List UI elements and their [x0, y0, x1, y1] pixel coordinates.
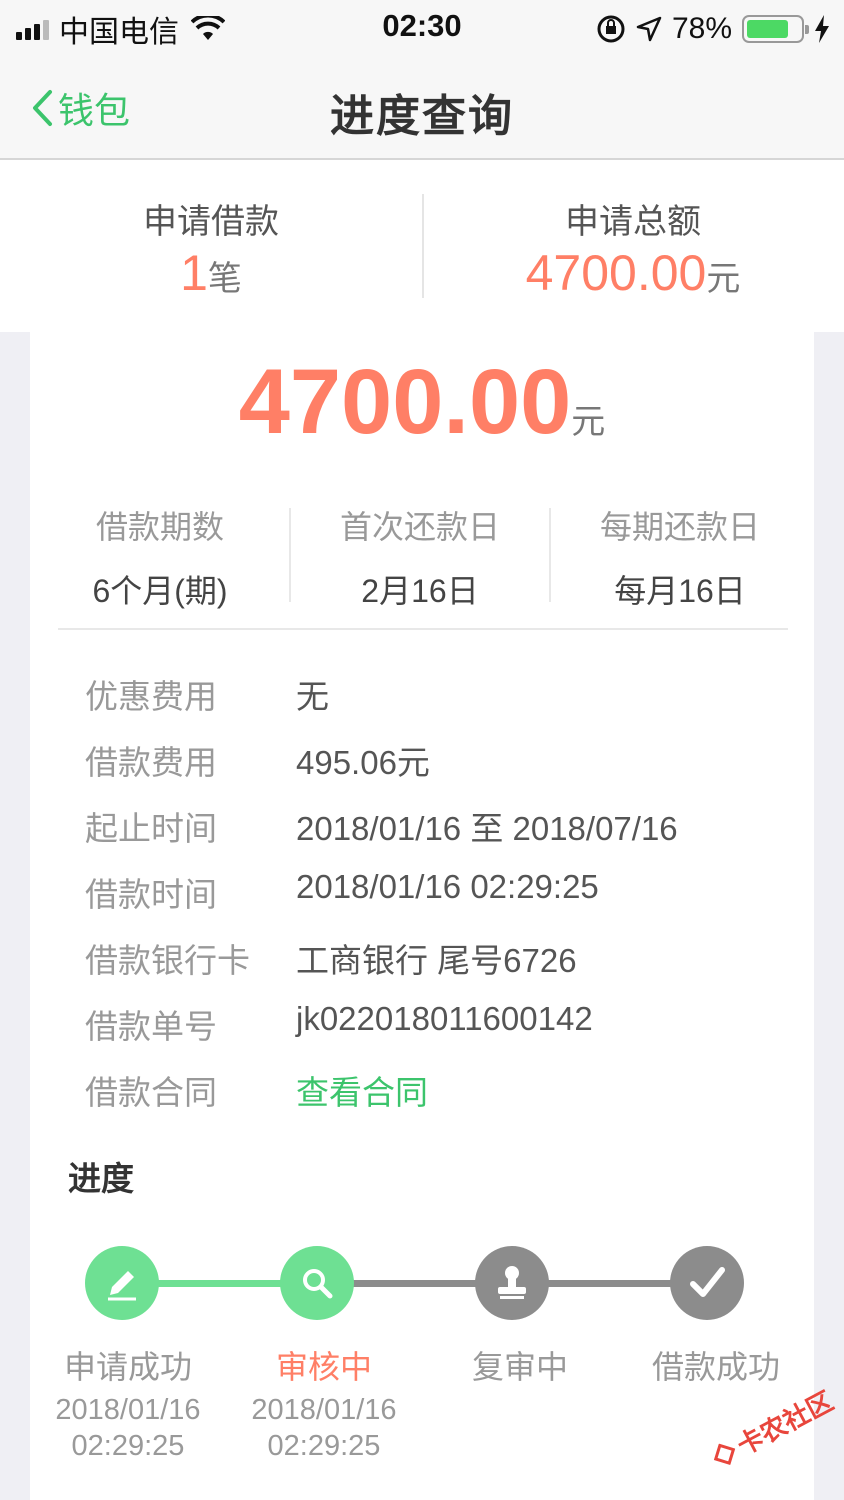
detail-key: 优惠费用 — [85, 678, 217, 715]
loan-total-unit: 元 — [706, 260, 741, 298]
page-title: 进度查询 — [330, 92, 514, 141]
detail-value: 2018/01/16 至 2018/07/16 — [296, 810, 678, 847]
loan-total-label: 申请总额 — [565, 203, 701, 241]
term-monthly-repayment: 每期还款日 每月16日 — [550, 502, 810, 612]
step-date: 2018/01/16 — [55, 1394, 201, 1426]
loan-summary: 申请借款 1笔 申请总额 4700.00元 — [0, 160, 844, 332]
battery-percent: 78% — [671, 12, 732, 45]
term-label: 首次还款日 — [339, 509, 500, 545]
divider — [58, 628, 788, 630]
search-icon — [303, 1269, 333, 1299]
detail-value: 2018/01/16 02:29:25 — [296, 868, 599, 905]
loan-amount: 4700.00元 — [30, 350, 814, 455]
term-first-repayment: 首次还款日 2月16日 — [290, 502, 550, 612]
detail-key: 借款合同 — [85, 1074, 217, 1111]
detail-key: 借款单号 — [85, 1008, 217, 1045]
detail-key: 借款时间 — [85, 876, 217, 913]
detail-value: 无 — [296, 678, 329, 715]
loan-terms: 借款期数 6个月(期) 首次还款日 2月16日 每期还款日 每月16日 — [30, 502, 814, 612]
step-applied — [85, 1246, 159, 1320]
loan-amount-unit: 元 — [571, 403, 606, 441]
nav-bar: 钱包 进度查询 — [0, 58, 844, 160]
term-label: 每期还款日 — [599, 509, 760, 545]
detail-key: 起止时间 — [85, 810, 217, 847]
term-value: 每月16日 — [614, 573, 746, 609]
detail-value: 495.06元 — [296, 744, 430, 781]
term-label: 借款期数 — [95, 509, 224, 545]
step-label: 借款成功 — [651, 1349, 780, 1385]
check-icon — [690, 1267, 725, 1297]
pencil-icon — [108, 1271, 136, 1301]
step-label: 复审中 — [471, 1349, 568, 1385]
loan-count-unit: 笔 — [207, 260, 242, 298]
step-time: 02:29:25 — [267, 1430, 381, 1462]
detail-key: 借款费用 — [85, 744, 217, 781]
detail-value: 工商银行 尾号6726 — [296, 942, 577, 979]
battery-icon — [742, 15, 809, 43]
step-re-review — [475, 1246, 549, 1320]
loan-count-label: 申请借款 — [143, 203, 279, 241]
term-value: 6个月(期) — [92, 573, 228, 609]
step-reviewing — [280, 1246, 354, 1320]
status-bar: 中国电信 02:30 78% — [0, 0, 844, 58]
step-label: 申请成功 — [63, 1349, 192, 1385]
step-date: 2018/01/16 — [251, 1394, 397, 1426]
loan-count-block: 申请借款 1笔 — [0, 160, 422, 332]
term-periods: 借款期数 6个月(期) — [30, 502, 290, 612]
loan-amount-value: 4700.00 — [238, 351, 572, 453]
stamp-icon — [498, 1266, 526, 1299]
detail-key: 借款银行卡 — [85, 942, 250, 979]
step-loan-success — [670, 1246, 744, 1320]
loan-total-block: 申请总额 4700.00元 — [422, 160, 844, 332]
view-contract-link[interactable]: 查看合同 — [296, 1066, 428, 1114]
detail-value: jk022018011600142 — [296, 1000, 593, 1037]
loan-card: 4700.00元 借款期数 6个月(期) 首次还款日 2月16日 每期还款日 每… — [30, 332, 814, 1500]
step-time: 02:29:25 — [71, 1430, 185, 1462]
charging-icon — [815, 15, 829, 43]
step-label: 审核中 — [275, 1349, 372, 1385]
term-value: 2月16日 — [361, 573, 479, 609]
loan-count-value: 1 — [180, 245, 208, 301]
progress-title: 进度 — [68, 1160, 134, 1197]
loan-total-value: 4700.00 — [525, 245, 707, 301]
location-icon — [636, 16, 662, 42]
rotation-lock-icon — [597, 15, 625, 43]
